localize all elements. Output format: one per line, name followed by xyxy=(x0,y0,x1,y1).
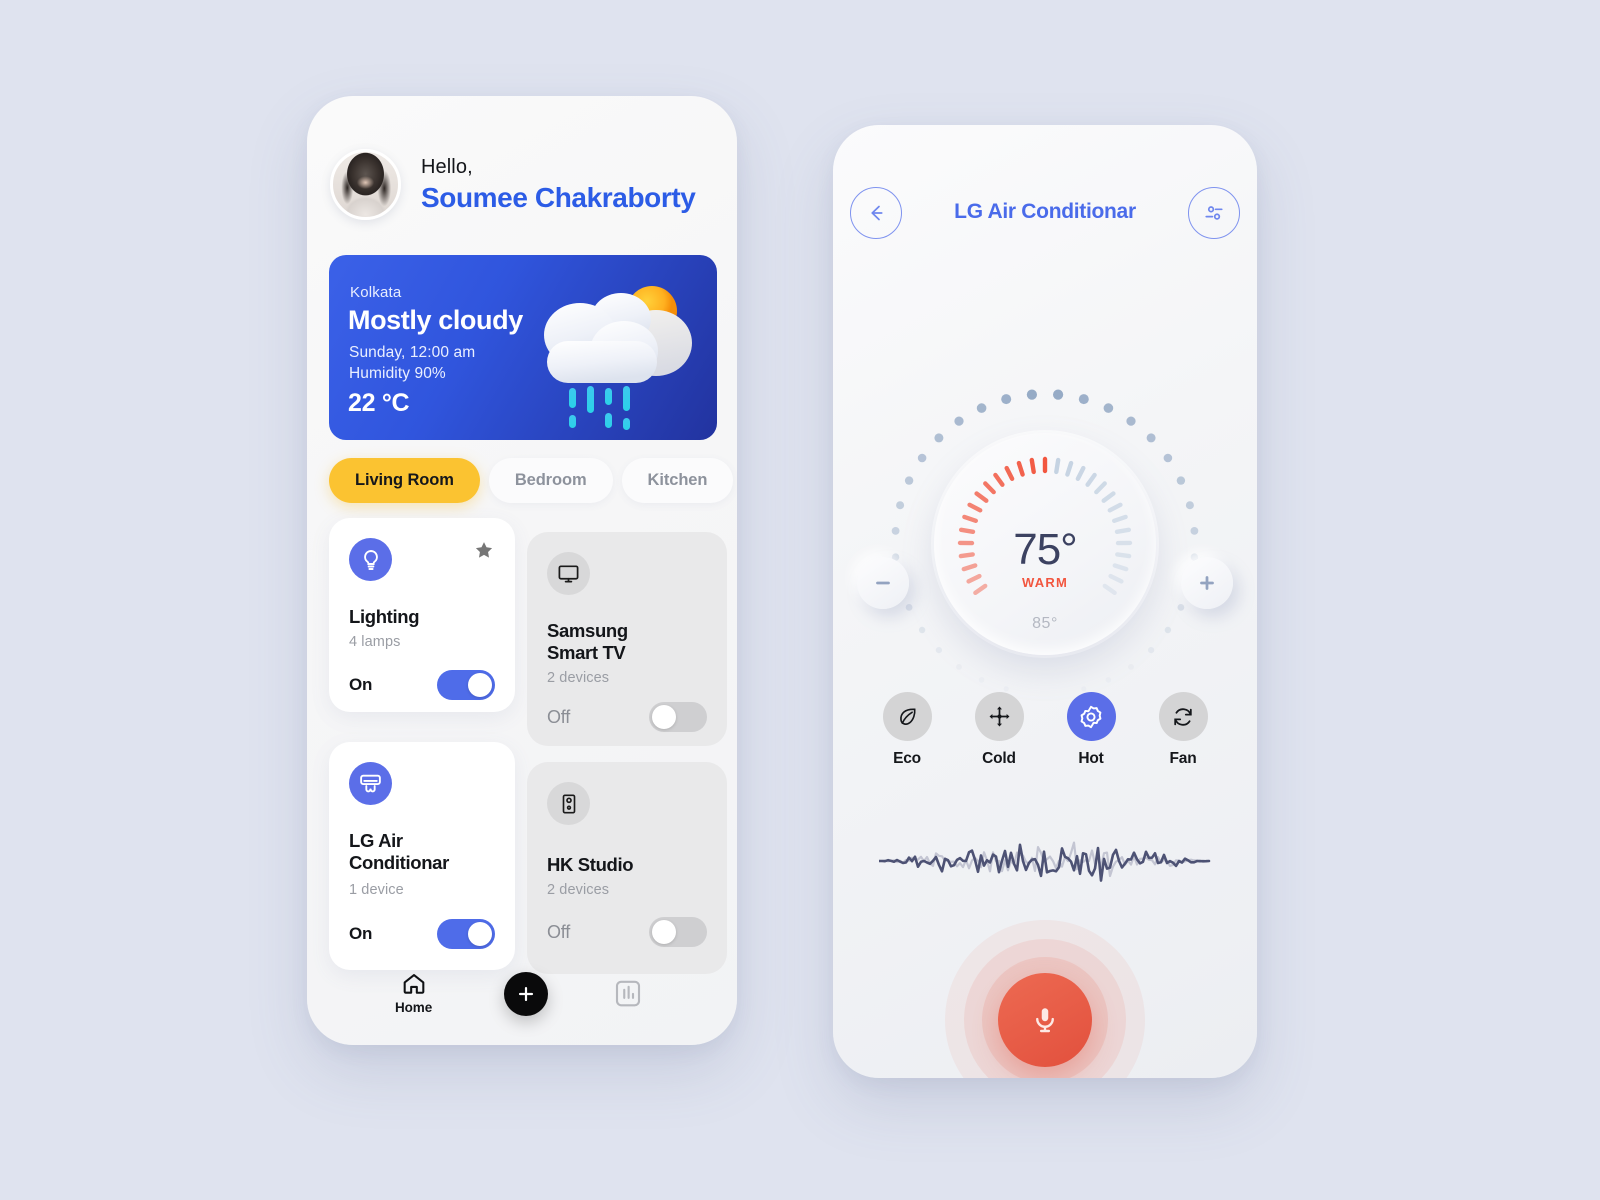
thermostat-dial[interactable]: 75° WARM 85° xyxy=(880,379,1210,709)
plus-icon xyxy=(518,986,534,1002)
device-toggle[interactable] xyxy=(437,670,495,700)
device-name: Lighting xyxy=(349,606,420,627)
leaf-icon xyxy=(882,692,932,741)
device-toggle[interactable] xyxy=(649,917,707,947)
mode-label: Fan xyxy=(1169,750,1197,767)
minus-icon xyxy=(876,581,890,585)
decrease-temperature-button[interactable] xyxy=(857,557,909,609)
target-temperature: 85° xyxy=(1032,615,1058,632)
mode-button-hot[interactable]: Hot xyxy=(1066,692,1116,768)
avatar[interactable] xyxy=(330,149,401,220)
increase-temperature-button[interactable] xyxy=(1181,557,1233,609)
greeting-header: Hello, Soumee Chakraborty xyxy=(330,149,696,220)
ac-detail-phone-screen: LG Air Conditionar 75° WARM 85° Eco Cold… xyxy=(833,125,1257,1078)
greeting-block: Hello, Soumee Chakraborty xyxy=(421,155,696,214)
weather-temperature: 22 °C xyxy=(348,389,410,417)
refresh-icon xyxy=(1158,692,1208,741)
mode-label: Cold xyxy=(982,750,1016,767)
device-subtitle: 4 lamps xyxy=(349,634,401,650)
device-grid: Lighting 4 lamps On Samsung Smart TV 2 d… xyxy=(307,518,737,974)
device-footer: On xyxy=(349,670,495,700)
speaker-icon xyxy=(547,782,590,825)
air-conditioner-icon xyxy=(349,762,392,805)
device-name: LG Air Conditionar xyxy=(349,830,449,873)
cloudy-sun-rain-icon xyxy=(544,286,692,430)
current-temperature: 75° xyxy=(1013,525,1078,574)
audio-waveform xyxy=(879,841,1211,882)
device-footer: Off xyxy=(547,917,707,947)
device-card-hk-studio[interactable]: HK Studio 2 devices Off xyxy=(527,762,727,974)
home-phone-screen: Hello, Soumee Chakraborty Kolkata Mostly… xyxy=(307,96,737,1045)
device-state-label: On xyxy=(349,675,373,694)
screenshot-stage: Hello, Soumee Chakraborty Kolkata Mostly… xyxy=(0,0,1600,1200)
lightbulb-icon xyxy=(349,538,392,581)
room-tab-kitchen[interactable]: Kitchen xyxy=(621,458,734,503)
mode-label: Eco xyxy=(893,750,921,767)
settings-button[interactable] xyxy=(1188,187,1240,239)
room-tabs: Living Room Bedroom Kitchen xyxy=(329,458,734,503)
device-card-lighting[interactable]: Lighting 4 lamps On xyxy=(329,518,515,712)
weather-card[interactable]: Kolkata Mostly cloudy Sunday, 12:00 am H… xyxy=(329,255,717,440)
nav-item-stats[interactable] xyxy=(613,977,643,1010)
mode-button-eco[interactable]: Eco xyxy=(882,692,932,768)
device-name: Samsung Smart TV xyxy=(547,620,628,663)
mode-label: Hot xyxy=(1078,750,1104,767)
device-footer: Off xyxy=(547,702,707,732)
nav-home-label: Home xyxy=(395,1000,433,1015)
device-state-label: Off xyxy=(547,706,571,727)
microphone-icon xyxy=(1036,1008,1054,1033)
thermostat-mode-label: WARM xyxy=(1022,575,1068,590)
weather-city: Kolkata xyxy=(350,284,402,301)
home-icon xyxy=(403,974,424,994)
greeting-label: Hello, xyxy=(421,155,473,178)
weather-datetime: Sunday, 12:00 am xyxy=(349,344,476,361)
device-card-lg-air-conditionar[interactable]: LG Air Conditionar 1 device On xyxy=(329,742,515,970)
device-toggle[interactable] xyxy=(649,702,707,732)
plus-icon xyxy=(1200,576,1214,590)
nav-item-home[interactable]: Home xyxy=(395,971,432,1015)
user-name: Soumee Chakraborty xyxy=(421,181,696,213)
add-device-button[interactable] xyxy=(504,972,548,1016)
detail-header: LG Air Conditionar xyxy=(833,187,1257,243)
device-name: HK Studio xyxy=(547,854,634,875)
voice-assistant xyxy=(945,920,1145,1078)
device-state-label: On xyxy=(349,924,373,943)
device-subtitle: 1 device xyxy=(349,882,404,898)
sun-icon xyxy=(1066,692,1116,741)
device-subtitle: 2 devices xyxy=(547,670,610,686)
snowflake-icon xyxy=(974,692,1024,741)
device-state-label: Off xyxy=(547,921,571,942)
weather-humidity: Humidity 90% xyxy=(349,365,446,382)
device-subtitle: 2 devices xyxy=(547,882,610,898)
weather-condition: Mostly cloudy xyxy=(348,305,523,335)
room-tab-bedroom[interactable]: Bedroom xyxy=(488,458,613,503)
device-toggle[interactable] xyxy=(437,919,495,949)
mode-button-cold[interactable]: Cold xyxy=(974,692,1024,768)
device-footer: On xyxy=(349,919,495,949)
bottom-navigation: Home xyxy=(307,963,737,1045)
microphone-button[interactable] xyxy=(998,973,1092,1067)
sliders-icon xyxy=(1205,206,1223,220)
device-card-samsung-smart-tv[interactable]: Samsung Smart TV 2 devices Off xyxy=(527,532,727,746)
favorite-star-icon[interactable] xyxy=(474,540,494,560)
room-tab-living-room[interactable]: Living Room xyxy=(329,458,480,503)
mode-selector: Eco Cold Hot Fan xyxy=(833,692,1257,768)
tv-icon xyxy=(547,552,590,595)
mode-button-fan[interactable]: Fan xyxy=(1158,692,1208,768)
